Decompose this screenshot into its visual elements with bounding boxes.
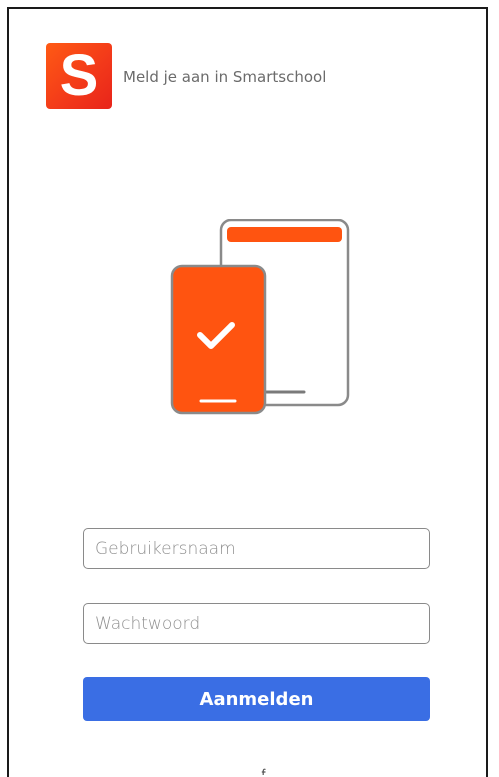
logo-letter: S — [59, 43, 99, 108]
app-header: S Meld je aan in Smartschool — [46, 43, 326, 109]
login-window: S Meld je aan in Smartschool Aanmelden — [7, 7, 488, 777]
login-button[interactable]: Aanmelden — [83, 677, 430, 721]
password-input[interactable] — [83, 603, 430, 644]
smartschool-logo: S — [46, 43, 112, 109]
devices-checkmark-icon — [163, 218, 353, 415]
cut-off-content — [261, 765, 267, 775]
username-input[interactable] — [83, 528, 430, 569]
tablet-top-bar — [227, 227, 342, 242]
page-title: Meld je aan in Smartschool — [123, 68, 327, 86]
